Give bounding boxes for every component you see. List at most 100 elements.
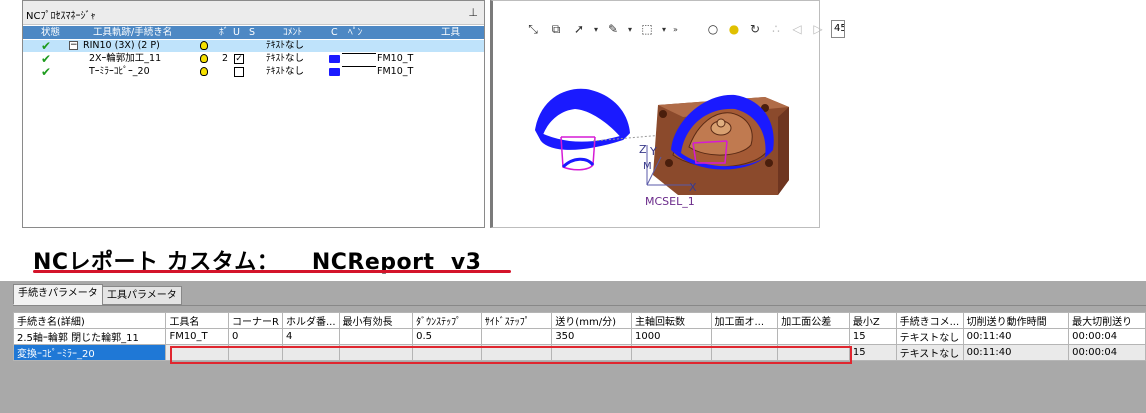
tree-row-child[interactable]: ✔ 2Xｰ輪郭加工_11 2 ✓ ﾃｷｽﾄなし FM10_T: [23, 53, 484, 65]
chevron-down-icon[interactable]: ▾: [662, 25, 666, 34]
bulb-icon[interactable]: [200, 54, 208, 63]
more-icon[interactable]: »: [673, 25, 678, 34]
col-header[interactable]: ﾀﾞｳﾝｽﾃｯﾌﾟ: [412, 312, 482, 329]
col-header[interactable]: 手続き名(詳細): [12, 312, 167, 329]
bulb-icon[interactable]: [200, 41, 208, 50]
table-header-row: 手続き名(詳細) 工具名 コーナーR ホルダ番... 最小有効長 ﾀﾞｳﾝｽﾃｯ…: [12, 312, 1146, 329]
col-header[interactable]: 最大切削送り: [1068, 312, 1146, 329]
col-toolpath-name[interactable]: 工具軌跡/手続き名: [93, 26, 172, 39]
tree-item-label: 2Xｰ輪郭加工_11: [89, 53, 162, 64]
panel-title: NCﾌﾟﾛｾｽﾏﾈｰｼﾞｬ: [26, 11, 96, 22]
status-check-icon: ✔: [41, 39, 52, 53]
bulb-outline-icon[interactable]: ○: [705, 21, 721, 37]
report-grid-area: 手続き名(詳細) 工具名 コーナーR ホルダ番... 最小有効長 ﾀﾞｳﾝｽﾃｯ…: [12, 305, 1146, 413]
table-cell[interactable]: 00:00:04: [1068, 328, 1146, 345]
pen-line: [342, 53, 376, 54]
pen-color-swatch[interactable]: [329, 68, 340, 76]
arrow-left-icon[interactable]: ◁: [789, 21, 805, 37]
chevron-down-icon[interactable]: ▾: [628, 25, 632, 34]
col-header[interactable]: 加工面公差: [777, 312, 850, 329]
col-header[interactable]: ｻｲﾄﾞｽﾃｯﾌﾟ: [480, 312, 553, 329]
table-cell[interactable]: 00:00:04: [1068, 344, 1146, 361]
tree-item-count: 2: [222, 53, 229, 64]
col-u[interactable]: U: [233, 26, 240, 39]
tree-item-label: Tｰﾐﾗｰｺﾋﾟｰ_20: [89, 66, 150, 77]
col-c[interactable]: C: [331, 26, 338, 39]
chevron-down-icon[interactable]: ▾: [594, 25, 598, 34]
table-cell[interactable]: 4: [281, 328, 340, 345]
col-header[interactable]: コーナーR: [228, 312, 283, 329]
table-cell[interactable]: [338, 328, 414, 345]
select-x-icon[interactable]: ⤡: [525, 21, 541, 37]
nc-process-manager-panel: NCﾌﾟﾛｾｽﾏﾈｰｼﾞｬ ⊥ 状態 工具軌跡/手続き名 ﾎﾞ U S ｺﾒﾝﾄ…: [22, 0, 485, 228]
view-toolbar-left: ⤡ ⧉ ➚ ▾ ✎ ▾ ⬚ ▾ »: [525, 17, 678, 41]
tree-row-parent[interactable]: ✔ − RIN10 (3X) (2 P) ﾃｷｽﾄなし: [23, 40, 484, 52]
checkbox-checked[interactable]: ✓: [234, 54, 244, 64]
col-header[interactable]: 最小有効長: [338, 312, 414, 329]
pen-color-swatch[interactable]: [329, 55, 340, 63]
table-cell[interactable]: 00:11:40: [962, 344, 1070, 361]
table-cell[interactable]: 15: [848, 328, 897, 345]
pin-icon[interactable]: ⊥: [468, 6, 478, 19]
zoom-field[interactable]: 45: [831, 20, 845, 38]
col-pen[interactable]: ﾍﾟﾝ: [348, 26, 362, 39]
table-cell[interactable]: 00:11:40: [962, 328, 1070, 345]
table-cell[interactable]: 0: [228, 328, 283, 345]
table-cell[interactable]: 1000: [631, 328, 712, 345]
col-status[interactable]: 状態: [41, 26, 60, 39]
cursor-icon[interactable]: ➚: [571, 21, 587, 37]
table-cell[interactable]: [710, 328, 779, 345]
bulb-group-icon[interactable]: ∴: [768, 21, 784, 37]
heading-underline: [33, 270, 511, 273]
tree-item-tool: FM10_T: [377, 53, 414, 64]
col-header[interactable]: 切削送り動作時間: [962, 312, 1070, 329]
status-check-icon: ✔: [41, 65, 52, 79]
table-cell[interactable]: 0.5: [412, 328, 482, 345]
tree-item-comment: ﾃｷｽﾄなし: [266, 40, 305, 51]
graphics-viewport[interactable]: ⤡ ⧉ ➚ ▾ ✎ ▾ ⬚ ▾ » ○ ● ↻ ∴ ◁ ▷ 45: [490, 0, 845, 228]
col-bo[interactable]: ﾎﾞ: [219, 26, 229, 39]
table-cell[interactable]: 350: [551, 328, 633, 345]
table-row[interactable]: 2.5軸ｰ輪郭 閉じた輪郭_11 FM10_T 0 4 0.5 350 1000…: [12, 328, 1146, 345]
col-header[interactable]: 最小Z: [848, 312, 897, 329]
col-tool[interactable]: 工具: [441, 26, 460, 39]
axis-z-label: Z: [639, 143, 647, 156]
col-header[interactable]: ホルダ番...: [281, 312, 340, 329]
pen-icon[interactable]: ✎: [605, 21, 621, 37]
col-header[interactable]: 主軸回転数: [631, 312, 712, 329]
panel-titlebar: NCﾌﾟﾛｾｽﾏﾈｰｼﾞｬ ⊥: [23, 1, 484, 25]
collapse-toggle[interactable]: −: [69, 41, 78, 50]
bulb-yellow-icon[interactable]: ●: [726, 21, 742, 37]
bulb-refresh-icon[interactable]: ↻: [747, 21, 763, 37]
col-comment[interactable]: ｺﾒﾝﾄ: [283, 26, 302, 39]
col-header[interactable]: 工具名: [165, 312, 230, 329]
table-cell[interactable]: [480, 328, 553, 345]
tab-tool-parameters[interactable]: 工具パラメータ: [102, 286, 182, 305]
arrow-right-icon[interactable]: ▷: [810, 21, 826, 37]
checkbox-unchecked[interactable]: [234, 67, 244, 77]
table-cell[interactable]: FM10_T: [165, 328, 230, 345]
tab-procedure-parameters[interactable]: 手続きパラメータ: [13, 284, 103, 305]
table-cell[interactable]: 15: [848, 344, 897, 361]
bulb-icon[interactable]: [200, 67, 208, 76]
table-cell[interactable]: 2.5軸ｰ輪郭 閉じた輪郭_11: [12, 328, 167, 345]
col-header[interactable]: 手続きコメ...: [895, 312, 964, 329]
table-cell[interactable]: 変換ｰｺﾋﾟｰﾐﾗｰ_20: [12, 344, 167, 361]
col-s[interactable]: S: [249, 26, 255, 39]
tree-item-tool: FM10_T: [377, 66, 414, 77]
report-panel: 手続きパラメータ 工具パラメータ 手続き名(詳細) 工具名 コーナーR ホルダ番…: [0, 281, 1146, 413]
col-header[interactable]: 送り(mm/分): [551, 312, 633, 329]
table-cell[interactable]: テキストなし: [895, 328, 964, 345]
axis-x-label: X: [689, 181, 697, 194]
col-header[interactable]: 加工面オ...: [710, 312, 779, 329]
table-cell[interactable]: テキストなし: [895, 344, 964, 361]
axis-m-label: M: [643, 161, 652, 172]
csys-label: MCSEL_1: [645, 195, 695, 208]
view-toolbar-right: ○ ● ↻ ∴ ◁ ▷ 45: [705, 17, 845, 41]
mirrored-toolpath: [535, 88, 630, 171]
dotted-select-icon[interactable]: ⬚: [639, 21, 655, 37]
table-cell[interactable]: [777, 328, 850, 345]
box-select-icon[interactable]: ⧉: [548, 21, 564, 37]
tree-row-child[interactable]: ✔ Tｰﾐﾗｰｺﾋﾟｰ_20 ﾃｷｽﾄなし FM10_T: [23, 66, 484, 78]
model-canvas: Z Y M X MCSEL_1: [535, 88, 789, 208]
